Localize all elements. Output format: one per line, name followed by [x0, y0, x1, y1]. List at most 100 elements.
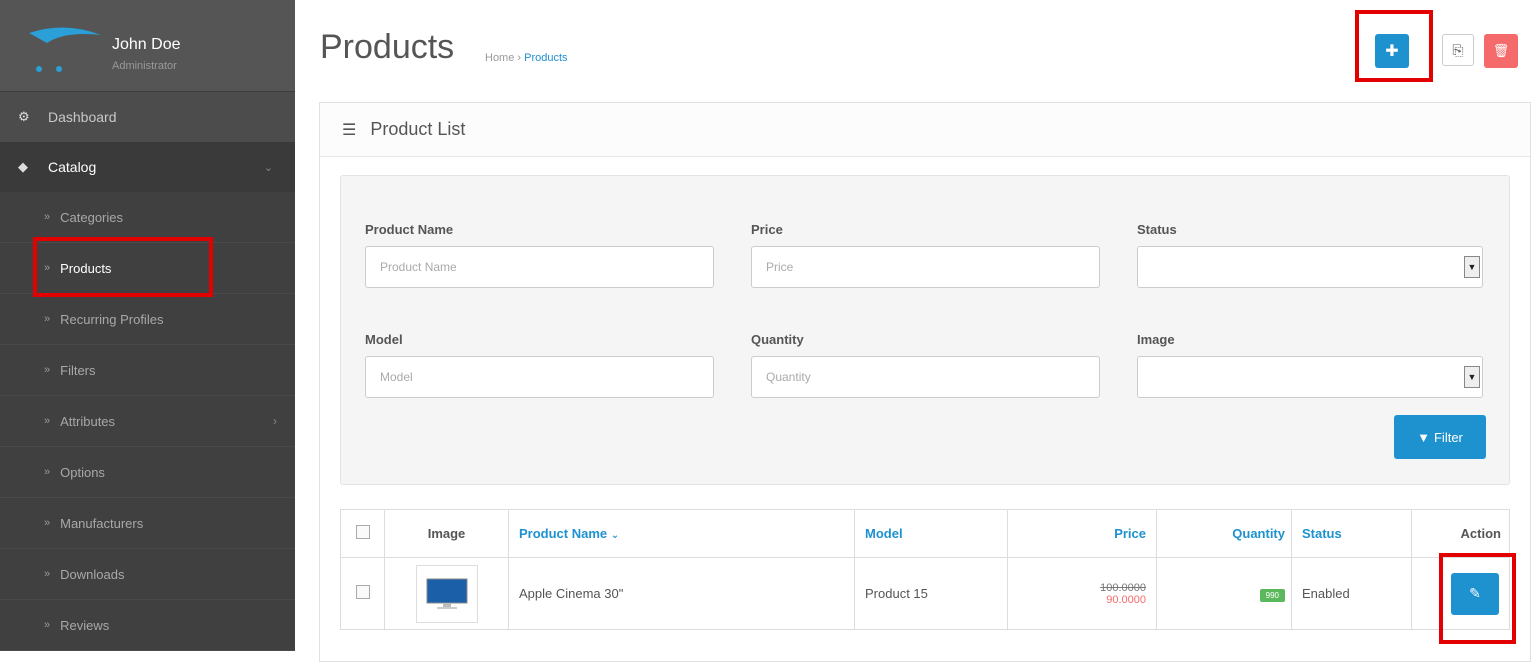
filter-price-input[interactable]: Price: [751, 246, 1100, 288]
user-role: Administrator: [112, 60, 177, 72]
breadcrumb-current[interactable]: Products: [524, 52, 567, 64]
chevron-down-icon: ⌄: [263, 161, 273, 174]
copy-button[interactable]: ⎘: [1442, 34, 1474, 66]
double-chevron-icon: »: [44, 619, 51, 631]
row-image-cell: [384, 557, 509, 630]
sort-product-name-link[interactable]: Product Name: [519, 526, 607, 541]
sort-price-link[interactable]: Price: [1114, 526, 1146, 541]
select-all-cell: [340, 509, 385, 558]
filter-status-select[interactable]: ▼: [1137, 246, 1483, 288]
select-all-checkbox[interactable]: [355, 525, 370, 539]
sidebar-item-recurring-profiles[interactable]: » Recurring Profiles: [0, 294, 295, 345]
opencart-logo-icon: [29, 27, 101, 72]
user-profile: John Doe Administrator: [0, 0, 295, 92]
filter-image-label: Image: [1137, 332, 1175, 347]
sidebar-item-manufacturers[interactable]: » Manufacturers: [0, 498, 295, 549]
dropdown-arrow-icon: ▼: [1464, 256, 1480, 278]
sort-quantity-link[interactable]: Quantity: [1232, 526, 1285, 541]
user-name: John Doe: [112, 36, 181, 53]
filter-status-label: Status: [1137, 222, 1177, 237]
tag-icon: ◆: [18, 159, 28, 174]
sidebar-item-label: Recurring Profiles: [60, 311, 164, 327]
row-product-name: Apple Cinema 30": [508, 557, 855, 630]
sort-status-link[interactable]: Status: [1302, 526, 1342, 541]
sidebar-item-downloads[interactable]: » Downloads: [0, 549, 295, 600]
filter-model-label: Model: [365, 332, 403, 347]
sidebar-item-label: Reviews: [60, 617, 110, 633]
table-row: Apple Cinema 30" Product 15 100.0000 90.…: [340, 557, 1510, 630]
double-chevron-icon: »: [44, 211, 51, 223]
panel-heading: ☰ Product List: [320, 103, 1530, 157]
filter-product-name-label: Product Name: [365, 222, 454, 237]
sidebar-item-filters[interactable]: » Filters: [0, 345, 295, 396]
filter-panel: Product Name Product Name Price Price St…: [340, 175, 1510, 485]
double-chevron-icon: »: [44, 568, 51, 580]
copy-icon: ⎘: [1452, 41, 1464, 58]
header-image: Image: [384, 509, 509, 558]
double-chevron-icon: »: [44, 517, 51, 529]
filter-model-input[interactable]: Model: [365, 356, 714, 398]
row-checkbox[interactable]: [355, 585, 370, 599]
row-quantity-cell: 990: [1156, 557, 1292, 630]
highlight-box-edit: [1439, 553, 1516, 644]
sidebar-item-label: Filters: [60, 362, 96, 378]
header-price[interactable]: Price: [1007, 509, 1157, 558]
filter-quantity-label: Quantity: [751, 332, 804, 347]
breadcrumb-separator: ›: [517, 52, 522, 64]
sidebar-item-categories[interactable]: » Categories: [0, 192, 295, 243]
dashboard-icon: ⚙: [18, 109, 30, 124]
nav-catalog[interactable]: ◆ Catalog ⌄: [0, 142, 295, 192]
row-price-cell: 100.0000 90.0000: [1007, 557, 1157, 630]
chevron-right-icon: ›: [273, 414, 277, 428]
header-product-name[interactable]: Product Name ⌄: [508, 509, 855, 558]
table-header-row: Image Product Name ⌄ Model Price Quantit…: [340, 509, 1510, 558]
highlight-box-add: [1355, 10, 1433, 82]
breadcrumb-home[interactable]: Home: [485, 52, 514, 64]
product-list-panel: ☰ Product List Product Name Product Name…: [319, 102, 1531, 662]
delete-button[interactable]: 🗑: [1484, 34, 1518, 68]
header-model[interactable]: Model: [854, 509, 1008, 558]
header-quantity[interactable]: Quantity: [1156, 509, 1292, 558]
sort-desc-icon: ⌄: [610, 530, 620, 541]
row-select-cell: [340, 557, 385, 630]
sidebar-item-reviews[interactable]: » Reviews: [0, 600, 295, 651]
page-title: Products: [320, 28, 455, 66]
double-chevron-icon: »: [44, 415, 51, 427]
sidebar-item-attributes[interactable]: » Attributes ›: [0, 396, 295, 447]
list-icon: ☰: [342, 121, 357, 139]
sidebar-item-label: Attributes: [60, 413, 116, 429]
monitor-image-icon: [426, 578, 467, 609]
sidebar-item-options[interactable]: » Options: [0, 447, 295, 498]
panel-title: Product List: [370, 119, 466, 139]
sidebar-item-label: Manufacturers: [60, 515, 144, 531]
row-model: Product 15: [854, 557, 1008, 630]
breadcrumb: Home › Products: [485, 52, 568, 64]
sidebar: John Doe Administrator ⚙ Dashboard ◆ Cat…: [0, 0, 295, 651]
filter-price-label: Price: [751, 222, 783, 237]
nav-dashboard[interactable]: ⚙ Dashboard: [0, 92, 295, 142]
product-thumbnail[interactable]: [415, 564, 478, 623]
filter-quantity-input[interactable]: Quantity: [751, 356, 1100, 398]
header-status[interactable]: Status: [1291, 509, 1412, 558]
dropdown-arrow-icon: ▼: [1464, 366, 1480, 388]
row-status: Enabled: [1291, 557, 1412, 630]
filter-product-name-input[interactable]: Product Name: [365, 246, 714, 288]
row-price-special: 90.0000: [1106, 593, 1146, 606]
highlight-box-products: [33, 237, 213, 297]
header-action: Action: [1411, 509, 1510, 558]
filter-image-select[interactable]: ▼: [1137, 356, 1483, 398]
row-price-old: 100.0000: [1100, 581, 1146, 594]
double-chevron-icon: »: [44, 466, 51, 478]
quantity-badge: 990: [1259, 589, 1285, 602]
double-chevron-icon: »: [44, 364, 51, 376]
double-chevron-icon: »: [44, 313, 51, 325]
filter-button-label: Filter: [1433, 429, 1463, 445]
sidebar-item-label: Options: [60, 464, 105, 480]
main-content: Products Home › Products ✚ ⎘ 🗑 ☰ Product…: [295, 0, 1532, 662]
nav-catalog-label: Catalog: [48, 159, 97, 175]
trash-icon: 🗑: [1492, 43, 1510, 58]
sort-model-link[interactable]: Model: [865, 526, 903, 541]
filter-button[interactable]: ▼ Filter: [1394, 415, 1486, 459]
filter-icon: ▼: [1417, 429, 1430, 445]
sidebar-item-label: Downloads: [60, 566, 125, 582]
